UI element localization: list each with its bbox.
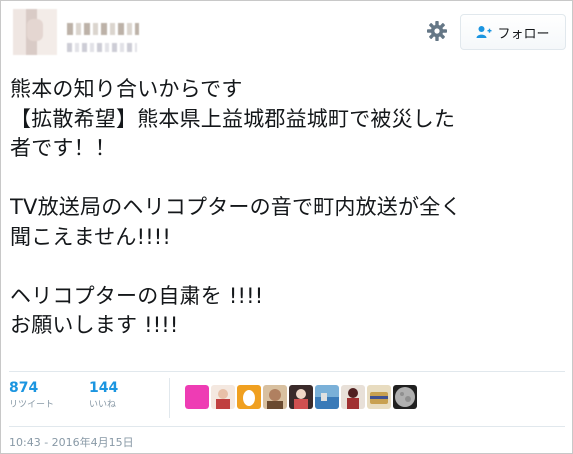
tweet-text-line: 【拡散希望】熊本県上益城郡益城町で被災した <box>10 106 456 131</box>
gear-icon[interactable] <box>425 19 449 43</box>
tweet-text-line: TV放送局のヘリコプターの音で町内放送が全く <box>10 195 462 219</box>
tweet-text-line <box>10 252 566 282</box>
liker-avatar[interactable] <box>263 385 287 409</box>
tweet-text-line: 熊本の知り合いからです <box>10 77 243 101</box>
user-handle-blurred[interactable] <box>67 43 137 52</box>
liker-avatar[interactable] <box>211 385 235 409</box>
liker-avatar[interactable] <box>341 385 365 409</box>
liker-avatar[interactable] <box>315 385 339 409</box>
dark-figure-avatar-icon <box>341 385 365 409</box>
bag-avatar-icon <box>367 385 391 409</box>
retweet-label: リツイート <box>9 400 55 410</box>
tweet-text-line: お願いします !!!! <box>10 313 179 337</box>
liker-avatar[interactable] <box>367 385 391 409</box>
add-user-icon <box>476 26 492 38</box>
liker-avatar[interactable] <box>393 385 417 409</box>
retweet-count[interactable]: 874 <box>9 379 54 397</box>
liker-avatar[interactable] <box>237 385 261 409</box>
user-display-name-blurred[interactable] <box>67 23 139 35</box>
like-stat[interactable]: 144 いいね <box>89 379 118 413</box>
liker-avatar[interactable] <box>289 385 313 409</box>
like-label: いいね <box>89 400 117 410</box>
follow-button[interactable]: フォロー <box>460 14 566 50</box>
liker-avatar[interactable] <box>185 385 209 409</box>
pink-square-avatar-icon <box>185 385 209 409</box>
moon-avatar-icon <box>393 385 417 409</box>
stats-separator <box>169 378 170 418</box>
tweet-card: フォロー 熊本の知り合いからです 【拡散希望】熊本県上益城郡益城町で被災した 者… <box>0 0 573 454</box>
person-avatar-icon <box>211 385 235 409</box>
tweet-text-line: ヘリコプターの自粛を !!!! <box>10 283 264 308</box>
liker-avatars <box>185 385 417 409</box>
tweet-text-line: 者です！！ <box>10 136 116 160</box>
user-avatar[interactable] <box>13 9 57 55</box>
retweet-stat[interactable]: 874 リツイート <box>9 379 54 413</box>
tweet-timestamp[interactable]: 10:43 - 2016年4月15日 <box>9 434 134 450</box>
kimono-avatar-icon <box>289 385 313 409</box>
divider <box>9 426 565 427</box>
tweet-text-line <box>10 164 566 194</box>
tweet-text: 熊本の知り合いからです 【拡散希望】熊本県上益城郡益城町で被災した 者です！！ … <box>10 75 566 341</box>
tweet-header: フォロー <box>1 1 572 65</box>
egg-avatar-icon <box>237 385 261 409</box>
like-count[interactable]: 144 <box>89 379 118 397</box>
character-avatar-icon <box>263 385 287 409</box>
divider <box>9 371 565 372</box>
tweet-text-line: 聞こえません!!!! <box>10 224 172 249</box>
landscape-avatar-icon <box>315 385 339 409</box>
follow-button-label: フォロー <box>497 26 550 42</box>
